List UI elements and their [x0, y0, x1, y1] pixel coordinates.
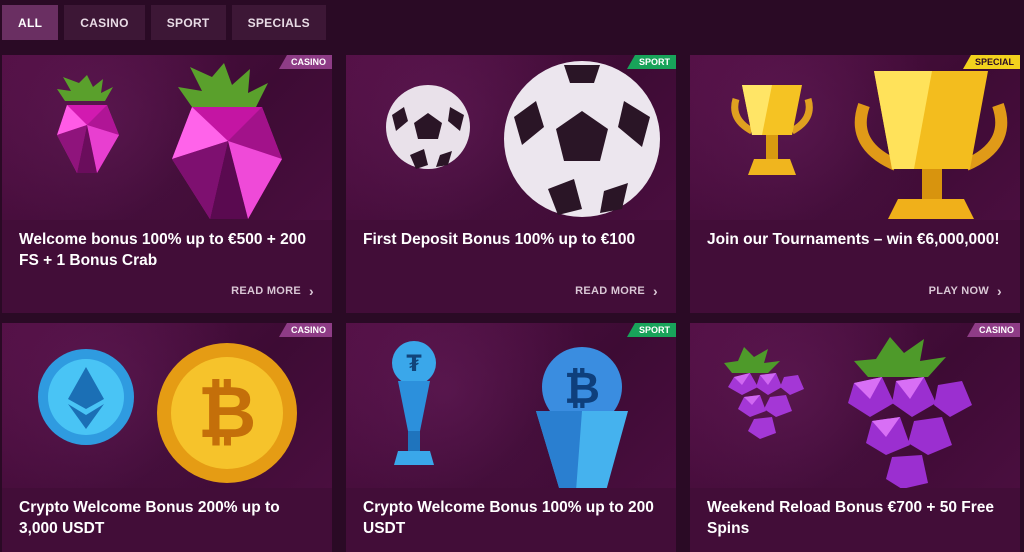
svg-text:₿: ₿: [564, 363, 600, 414]
soccer-ball-icon: [386, 61, 660, 217]
svg-text:₮: ₮: [406, 352, 422, 377]
play-now-link[interactable]: PLAY NOW ›: [929, 283, 1002, 299]
chevron-right-icon: ›: [309, 283, 314, 299]
crypto-trophy-icon: ₮ ₿: [392, 341, 628, 488]
grapes-icon: [724, 337, 972, 488]
card-title: Crypto Welcome Bonus 100% up to 200 USDT: [363, 499, 654, 537]
card-title: First Deposit Bonus 100% up to €100: [363, 231, 636, 248]
category-badge: CASINO: [278, 323, 332, 337]
crypto-coin-icon: ₿: [38, 343, 297, 483]
card-title: Join our Tournaments – win €6,000,000!: [707, 231, 1000, 248]
tab-all[interactable]: ALL: [2, 5, 59, 40]
card-title: Weekend Reload Bonus €700 + 50 Free Spin…: [707, 499, 995, 537]
chevron-right-icon: ›: [997, 283, 1002, 299]
promo-card-tournaments[interactable]: SPECIAL Join our Tournaments – win €6,00…: [690, 55, 1020, 313]
chevron-right-icon: ›: [653, 283, 658, 299]
promo-card-crypto-casino[interactable]: ₿ CASINO Crypto Welcome Bonus 200% up to…: [2, 323, 332, 552]
category-badge: CASINO: [278, 55, 332, 69]
read-more-link[interactable]: READ MORE ›: [575, 283, 658, 299]
svg-text:₿: ₿: [198, 370, 257, 454]
cta-label: PLAY NOW: [928, 285, 990, 297]
filter-tabs: ALL CASINO SPORT SPECIALS: [0, 0, 1024, 46]
promo-card-weekend-reload[interactable]: CASINO Weekend Reload Bonus €700 + 50 Fr…: [690, 323, 1020, 552]
cta-label: READ MORE: [231, 285, 302, 297]
promo-card-crypto-sport[interactable]: ₮ ₿ SPORT Crypto Welcome Bonus 100% up t…: [346, 323, 676, 552]
category-badge: SPORT: [626, 55, 676, 69]
promo-art: [2, 55, 332, 220]
tab-casino[interactable]: CASINO: [64, 5, 145, 40]
category-badge: SPORT: [626, 323, 676, 337]
promo-art: [690, 55, 1020, 220]
promo-card-welcome-bonus[interactable]: CASINO Welcome bonus 100% up to €500 + 2…: [2, 55, 332, 313]
promo-art: ₮ ₿: [346, 323, 676, 488]
tab-specials[interactable]: SPECIALS: [231, 5, 326, 40]
promo-art: ₿: [2, 323, 332, 488]
cta-label: READ MORE: [575, 285, 646, 297]
card-title: Crypto Welcome Bonus 200% up to 3,000 US…: [19, 499, 280, 537]
raspberry-icon: [57, 63, 282, 219]
tab-sport[interactable]: SPORT: [150, 5, 226, 40]
category-badge: SPECIAL: [962, 55, 1020, 69]
promo-art: [690, 323, 1020, 488]
trophy-icon: [731, 71, 1008, 219]
promo-card-first-deposit[interactable]: SPORT First Deposit Bonus 100% up to €10…: [346, 55, 676, 313]
card-title: Welcome bonus 100% up to €500 + 200 FS +…: [19, 231, 307, 269]
read-more-link[interactable]: READ MORE ›: [231, 283, 314, 299]
promo-art: [346, 55, 676, 220]
category-badge: CASINO: [966, 323, 1020, 337]
